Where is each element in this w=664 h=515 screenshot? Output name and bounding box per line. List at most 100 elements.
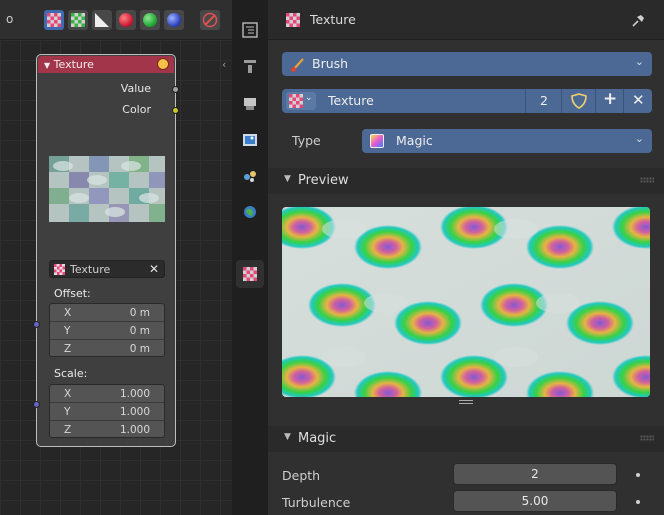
offset-z-field[interactable]: Z 0 m — [50, 340, 164, 358]
tab-texture[interactable] — [236, 260, 264, 288]
checker-icon — [47, 13, 61, 27]
texture-checker-icon — [243, 267, 257, 281]
plus-icon: + — [603, 89, 618, 109]
brush-label: Brush — [312, 56, 349, 71]
editor-type-button[interactable] — [236, 16, 264, 44]
preview-panel-title: Preview — [298, 173, 349, 188]
axis-value: 1.000 — [119, 388, 150, 400]
sidebar-toggle-arrow[interactable]: ‹ — [222, 58, 232, 78]
tab-view-layer[interactable] — [236, 162, 264, 190]
red-material-button[interactable] — [116, 10, 136, 30]
brush-icon — [202, 12, 218, 28]
magic-texture-icon — [370, 134, 384, 148]
blue-sphere-icon — [167, 13, 181, 27]
node-collapse-arrow[interactable]: ▼ — [44, 61, 50, 70]
axis-value: 0 m — [129, 325, 150, 337]
scale-y-field[interactable]: Y 1.000 — [50, 403, 164, 421]
scale-z-field[interactable]: Z 1.000 — [50, 421, 164, 439]
triangle-icon — [95, 13, 109, 27]
chevron-down-icon: ⌄ — [634, 132, 644, 145]
axis-label: Y — [64, 406, 71, 418]
fake-user-toggle[interactable] — [561, 89, 595, 113]
texture-datablock-selector[interactable]: ⌄ Texture — [282, 89, 525, 113]
red-sphere-icon — [119, 13, 133, 27]
offset-input-socket[interactable] — [33, 321, 40, 328]
header-cut-text: o — [6, 12, 14, 26]
brush-context-dropdown[interactable]: Brush ⌄ — [282, 52, 652, 76]
node-texture-name: Texture — [70, 263, 111, 276]
texture-type-dropdown[interactable]: Magic ⌄ — [362, 129, 652, 153]
texture-checker-icon — [54, 264, 65, 275]
scale-input-socket[interactable] — [33, 401, 40, 408]
axis-value: 0 m — [129, 343, 150, 355]
texture-checker-icon — [286, 13, 300, 27]
offset-vector: X 0 m Y 0 m Z 0 m — [49, 303, 165, 357]
tab-world[interactable] — [236, 198, 264, 226]
tab-output[interactable] — [236, 126, 264, 154]
turbulence-label: Turbulence — [282, 495, 351, 510]
scale-x-field[interactable]: X 1.000 — [50, 385, 164, 403]
blue-material-button[interactable] — [164, 10, 184, 30]
axis-label: Z — [64, 343, 72, 355]
render-icon — [244, 98, 256, 110]
offset-label: Offset: — [54, 287, 91, 300]
brush-icon — [291, 58, 304, 72]
node-texture-unlink-icon[interactable]: ✕ — [149, 262, 159, 276]
users-count-label: 2 — [540, 93, 548, 108]
type-label: Type — [292, 133, 321, 148]
pin-icon[interactable] — [630, 12, 646, 28]
node-editor-header: o — [0, 0, 232, 40]
axis-value: 1.000 — [119, 406, 150, 418]
preview-panel-header[interactable]: ▼ Preview — [268, 168, 664, 194]
texture-checker-icon — [71, 13, 85, 27]
texture-users-count[interactable]: 2 — [525, 89, 561, 113]
panel-drag-handle[interactable] — [640, 177, 654, 183]
magic-panel-header[interactable]: ▼ Magic — [268, 426, 664, 452]
keyframe-dot-icon[interactable] — [636, 500, 640, 504]
outliner-icon — [242, 22, 258, 38]
compositor-button[interactable] — [92, 10, 112, 30]
axis-value: 0 m — [129, 307, 150, 319]
node-texture-preview — [49, 156, 165, 222]
new-texture-button[interactable]: + — [595, 89, 623, 113]
output-color-label: Color — [122, 103, 151, 116]
type-value: Magic — [396, 133, 433, 148]
axis-label: Z — [64, 424, 72, 436]
shield-icon — [571, 93, 587, 109]
node-texture-selector[interactable]: Texture ✕ — [49, 260, 165, 278]
output-color-socket[interactable] — [172, 107, 179, 114]
properties-header: Texture — [268, 0, 664, 40]
properties-tabs — [232, 0, 268, 515]
node-preview-toggle-icon[interactable] — [157, 58, 169, 70]
output-value-socket[interactable] — [172, 86, 179, 93]
chevron-down-icon: ⌄ — [305, 93, 313, 103]
shader-type-texture-button[interactable] — [68, 10, 88, 30]
node-editor[interactable]: o ‹ ▼ Texture Value Color Texture ✕ Offs… — [0, 0, 232, 515]
texture-browse-button[interactable]: ⌄ — [286, 92, 316, 110]
texture-preview — [282, 207, 650, 397]
turbulence-field[interactable]: 5.00 — [453, 490, 617, 512]
texture-name[interactable]: Texture — [328, 93, 374, 108]
offset-y-field[interactable]: Y 0 m — [50, 322, 164, 340]
view-layer-icon — [244, 171, 256, 182]
depth-field[interactable]: 2 — [453, 463, 617, 485]
panel-drag-handle[interactable] — [640, 435, 654, 441]
node-title-bar[interactable]: ▼ Texture — [38, 56, 174, 73]
keyframe-dot-icon[interactable] — [636, 473, 640, 477]
brush-mode-button[interactable] — [200, 10, 220, 30]
preview-resize-handle[interactable] — [282, 397, 650, 409]
shader-type-object-button[interactable] — [44, 10, 64, 30]
tab-tool[interactable] — [236, 52, 264, 80]
axis-label: X — [64, 307, 72, 319]
green-sphere-icon — [143, 13, 157, 27]
texture-node[interactable]: ▼ Texture Value Color Texture ✕ Offset: … — [33, 54, 179, 447]
close-icon: ✕ — [632, 91, 645, 109]
offset-x-field[interactable]: X 0 m — [50, 304, 164, 322]
world-icon — [244, 206, 256, 218]
green-material-button[interactable] — [140, 10, 160, 30]
unlink-texture-button[interactable]: ✕ — [623, 89, 652, 113]
chevron-down-icon: ⌄ — [634, 55, 644, 68]
tab-render[interactable] — [236, 90, 264, 118]
properties-editor: Texture Brush ⌄ ⌄ Texture 2 + ✕ Type Mag… — [268, 0, 664, 515]
panel-expand-arrow: ▼ — [284, 432, 291, 442]
